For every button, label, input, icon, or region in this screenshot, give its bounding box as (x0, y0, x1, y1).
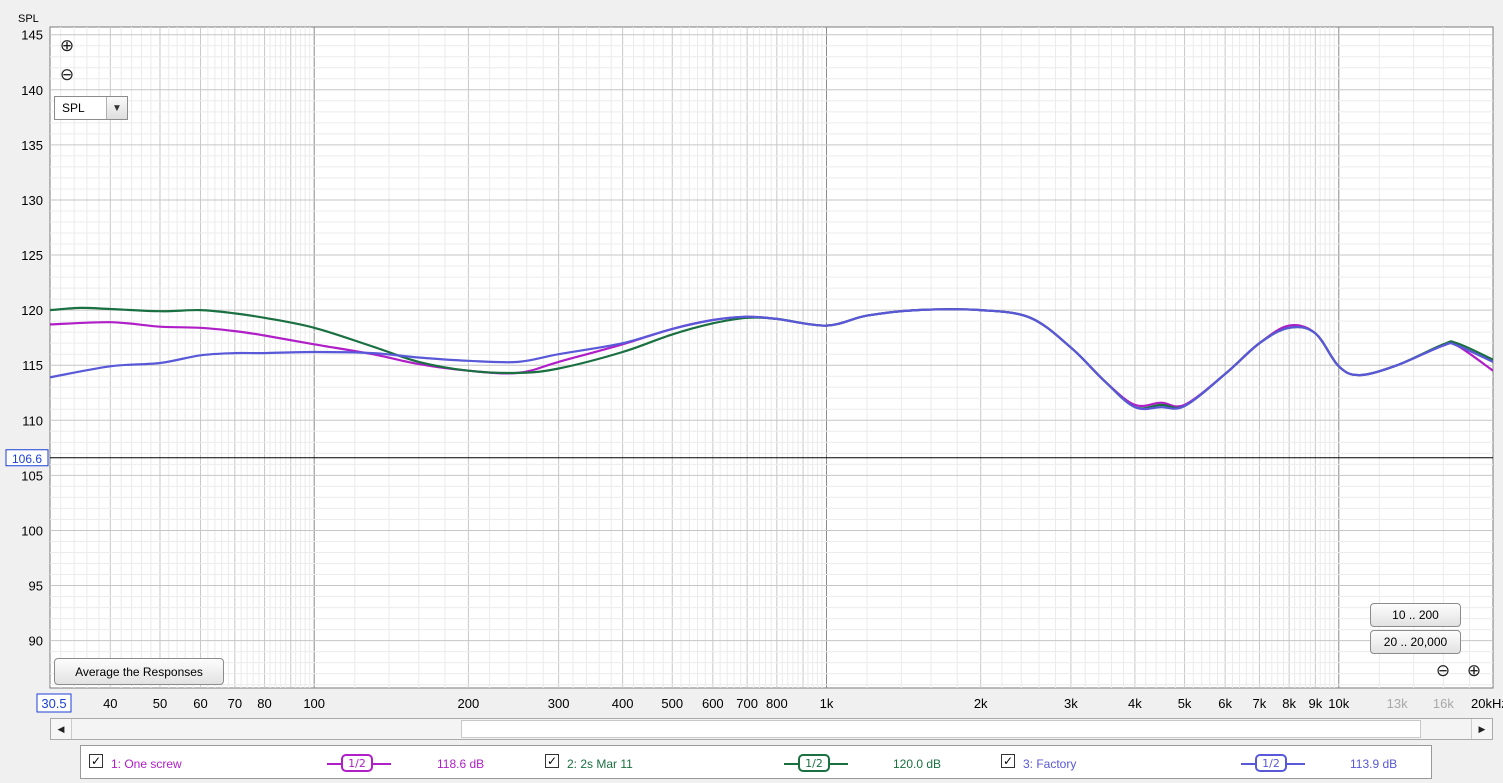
y-tick-label: 135 (21, 138, 43, 153)
x-tick-label: 7k (1253, 696, 1267, 711)
x-tick-label: 300 (548, 696, 570, 711)
x-tick-label: 4k (1128, 696, 1142, 711)
chevron-down-icon: ▼ (106, 97, 127, 119)
legend-level: 113.9 dB (1350, 757, 1398, 771)
scroll-left-icon[interactable]: ◀ (51, 719, 72, 739)
legend-checkbox[interactable]: ✓ (89, 754, 103, 768)
scrollbar-thumb[interactable] (461, 720, 1421, 738)
x-tick-label: 2k (974, 696, 988, 711)
x-tick-label: 60 (193, 696, 207, 711)
x-tick-label: 70 (228, 696, 242, 711)
y-tick-label: 105 (21, 468, 43, 483)
legend-level: 118.6 dB (437, 757, 485, 771)
x-tick-label: 5k (1178, 696, 1192, 711)
y-tick-label: 95 (29, 579, 43, 594)
y-tick-label: 145 (21, 28, 43, 43)
legend-label: 2: 2s Mar 11 (567, 757, 633, 771)
y-tick-label: 140 (21, 83, 43, 98)
x-tick-label: 3k (1064, 696, 1078, 711)
legend-label: 3: Factory (1023, 757, 1077, 771)
x-tick-label: 200 (458, 696, 480, 711)
x-tick-label: 100 (303, 696, 325, 711)
legend-level: 120.0 dB (893, 757, 942, 771)
frequency-response-chart[interactable]: 90 95 100 105 110 115 120 125 130 135 140 145 SPL 40 5… (0, 0, 1503, 718)
zoom-in-vertical-icon[interactable]: ⊕ (58, 37, 76, 55)
x-tick-label: 1k (820, 696, 834, 711)
legend-item: ✓ 2: 2s Mar 11 1/2 120.0 dB (537, 746, 987, 778)
x-tick-label: 50 (153, 696, 167, 711)
legend-checkbox[interactable]: ✓ (545, 754, 559, 768)
x-tick-label: 8k (1282, 696, 1296, 711)
x-tick-label: 6k (1218, 696, 1232, 711)
legend-label: 1: One screw (111, 757, 182, 771)
y-tick-label: 125 (21, 248, 43, 263)
x-tick-label: 800 (766, 696, 788, 711)
horizontal-scrollbar[interactable]: ◀ ▶ (50, 718, 1493, 740)
graph-mode-value: SPL (62, 101, 85, 115)
cursor-x-label: 30.5 (41, 696, 66, 711)
y-tick-label: 100 (21, 523, 43, 538)
y-tick-label: 115 (22, 358, 43, 373)
zoom-out-vertical-icon[interactable]: ⊖ (58, 66, 76, 84)
x-tick-label: 13k (1387, 696, 1408, 711)
x-tick-label: 400 (612, 696, 634, 711)
y-tick-label: 90 (29, 634, 43, 649)
smoothing-badge[interactable]: 1/2 (1241, 754, 1305, 774)
range-20-20000-button[interactable]: 20 .. 20,000 (1370, 630, 1461, 654)
smoothing-badge[interactable]: 1/2 (327, 754, 391, 774)
y-axis-label: SPL (18, 13, 39, 25)
x-tick-label: 40 (103, 696, 117, 711)
x-tick-label: 500 (661, 696, 683, 711)
zoom-in-horizontal-icon[interactable]: ⊕ (1465, 662, 1483, 680)
legend-item: ✓ 1: One screw 1/2 118.6 dB (81, 746, 531, 778)
x-tick-label: 20kHz (1471, 696, 1503, 711)
smoothing-badge[interactable]: 1/2 (784, 754, 848, 774)
x-tick-label: 700 (736, 696, 758, 711)
x-tick-label: 9k (1308, 696, 1322, 711)
legend-item: ✓ 3: Factory 1/2 113.9 dB (993, 746, 1431, 778)
x-tick-label: 16k (1433, 696, 1454, 711)
zoom-out-horizontal-icon[interactable]: ⊖ (1434, 662, 1452, 680)
graph-mode-select[interactable]: SPL ▼ (54, 96, 128, 120)
measurement-legend: ✓ 1: One screw 1/2 118.6 dB ✓ 2: 2s Mar … (80, 745, 1432, 779)
average-responses-button[interactable]: Average the Responses (54, 658, 224, 685)
range-10-200-button[interactable]: 10 .. 200 (1370, 603, 1461, 627)
legend-checkbox[interactable]: ✓ (1001, 754, 1015, 768)
cursor-y-label: 106.6 (12, 452, 42, 466)
y-tick-label: 110 (22, 413, 43, 428)
x-tick-label: 10k (1328, 696, 1349, 711)
scroll-right-icon[interactable]: ▶ (1471, 719, 1492, 739)
y-tick-label: 120 (21, 303, 43, 318)
x-tick-label: 80 (257, 696, 271, 711)
x-tick-label: 600 (702, 696, 724, 711)
y-tick-label: 130 (21, 193, 43, 208)
